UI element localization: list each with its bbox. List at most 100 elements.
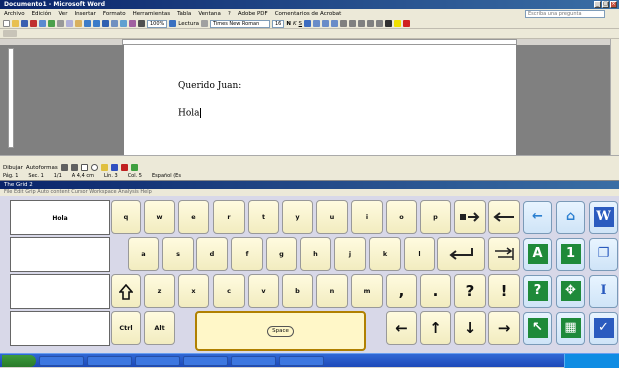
taskbar-item-5[interactable] — [231, 355, 276, 366]
prediction-cell-1[interactable]: Hola — [10, 200, 110, 235]
key-comma[interactable]: , — [386, 274, 417, 308]
start-button[interactable] — [2, 354, 36, 367]
print-icon[interactable] — [39, 20, 46, 27]
key-arrow-up[interactable]: ↑ — [420, 311, 451, 345]
menu-item-help[interactable]: ? — [228, 9, 231, 19]
table-icon[interactable] — [111, 20, 118, 27]
key-i[interactable]: i — [351, 200, 383, 234]
grid-question-button[interactable]: ? — [523, 275, 552, 308]
maximize-button[interactable]: □ — [602, 1, 609, 8]
menu-item-tabla[interactable]: Tabla — [177, 9, 191, 19]
key-backspace[interactable] — [488, 200, 520, 234]
taskbar-item-6[interactable] — [279, 355, 324, 366]
key-m[interactable]: m — [351, 274, 383, 308]
help-icon[interactable] — [169, 20, 177, 27]
grid-move-button[interactable]: ✥ — [556, 275, 585, 308]
key-delete-word[interactable] — [454, 200, 486, 234]
key-question[interactable]: ? — [454, 274, 486, 308]
italic-button[interactable]: K — [293, 21, 297, 27]
key-ctrl[interactable]: Ctrl — [111, 311, 141, 345]
rectangle-icon[interactable] — [80, 164, 88, 171]
shadow-icon[interactable] — [130, 164, 138, 171]
menu-item-acrobat-comments[interactable]: Comentarios de Acrobat — [275, 9, 342, 19]
minimize-button[interactable]: _ — [594, 1, 601, 8]
key-d[interactable]: d — [196, 237, 228, 271]
highlight-icon[interactable] — [394, 20, 402, 27]
grid-numbers-button[interactable]: 1 — [556, 238, 585, 271]
key-alt[interactable]: Alt — [144, 311, 175, 345]
menu-item-insertar[interactable]: Insertar — [74, 9, 95, 19]
grid-back-button[interactable]: ← — [523, 201, 552, 234]
key-period[interactable]: . — [420, 274, 451, 308]
key-exclamation[interactable]: ! — [488, 274, 520, 308]
key-shift[interactable] — [111, 274, 141, 308]
key-v[interactable]: v — [248, 274, 279, 308]
menu-item-adobe-pdf[interactable]: Adobe PDF — [238, 9, 268, 19]
redo-icon[interactable] — [93, 20, 100, 27]
spelling-icon[interactable] — [48, 20, 55, 27]
key-c[interactable]: c — [213, 274, 245, 308]
grid-word-button[interactable]: W — [589, 201, 618, 234]
key-arrow-down[interactable]: ↓ — [454, 311, 486, 345]
key-r[interactable]: r — [213, 200, 245, 234]
taskbar-item-3[interactable] — [135, 355, 180, 366]
grid-letters-button[interactable]: A — [523, 238, 552, 271]
key-o[interactable]: o — [386, 200, 417, 234]
draw-menu-button[interactable]: Dibujar — [3, 165, 23, 171]
align-left-icon[interactable] — [304, 20, 312, 27]
styles-icon[interactable] — [200, 20, 208, 27]
taskbar-item-4[interactable] — [183, 355, 228, 366]
key-j[interactable]: j — [334, 237, 366, 271]
undo-icon[interactable] — [84, 20, 91, 27]
key-z[interactable]: z — [144, 274, 175, 308]
menu-item-herramientas[interactable]: Herramientas — [133, 9, 170, 19]
key-x[interactable]: x — [178, 274, 209, 308]
font-size-select[interactable]: 16 — [271, 19, 285, 28]
align-right-icon[interactable] — [322, 20, 330, 27]
hyperlink-icon[interactable] — [102, 20, 109, 27]
key-enter[interactable] — [437, 237, 485, 271]
columns-icon[interactable] — [120, 20, 127, 27]
show-marks-icon[interactable] — [138, 20, 145, 27]
prediction-cell-3[interactable] — [10, 274, 110, 309]
font-name-select[interactable]: Times New Roman — [209, 19, 270, 28]
menu-item-ver[interactable]: Ver — [58, 9, 67, 19]
save-icon[interactable] — [21, 20, 28, 27]
zoom-select[interactable]: 100% — [147, 19, 168, 28]
underline-button[interactable]: S — [299, 21, 303, 27]
horizontal-scrollbar[interactable] — [0, 155, 619, 163]
key-f[interactable]: f — [231, 237, 263, 271]
key-g[interactable]: g — [266, 237, 297, 271]
drawing-icon[interactable] — [129, 20, 136, 27]
prediction-cell-4[interactable] — [10, 311, 110, 346]
key-h[interactable]: h — [300, 237, 331, 271]
oval-icon[interactable] — [90, 164, 98, 171]
key-w[interactable]: w — [144, 200, 175, 234]
arrow-icon[interactable] — [70, 164, 78, 171]
line-icon[interactable] — [60, 164, 68, 171]
cut-icon[interactable] — [57, 20, 64, 27]
vertical-scrollbar[interactable] — [610, 39, 619, 155]
menu-item-formato[interactable]: Formato — [103, 9, 126, 19]
key-u[interactable]: u — [316, 200, 348, 234]
key-space[interactable]: Space — [195, 311, 366, 351]
numbering-icon[interactable] — [349, 20, 357, 27]
justify-icon[interactable] — [331, 20, 339, 27]
grid-home-button[interactable]: ⌂ — [556, 201, 585, 234]
line-spacing-icon[interactable] — [340, 20, 348, 27]
align-center-icon[interactable] — [313, 20, 321, 27]
decrease-indent-icon[interactable] — [367, 20, 375, 27]
grid-text-cursor-button[interactable]: I — [589, 275, 618, 308]
open-folder-icon[interactable] — [12, 20, 19, 27]
paste-icon[interactable] — [75, 20, 82, 27]
border-icon[interactable] — [385, 20, 393, 27]
bullets-icon[interactable] — [358, 20, 366, 27]
key-arrow-right[interactable]: → — [488, 311, 520, 345]
grid-grid-button[interactable]: ▦ — [556, 312, 585, 345]
line-color-icon[interactable] — [110, 164, 118, 171]
autoshapes-button[interactable]: Autoformas — [26, 165, 58, 171]
grid-windows-button[interactable]: ❐ — [589, 238, 618, 271]
key-p[interactable]: p — [420, 200, 451, 234]
key-l[interactable]: l — [404, 237, 435, 271]
document-page[interactable] — [124, 45, 516, 155]
